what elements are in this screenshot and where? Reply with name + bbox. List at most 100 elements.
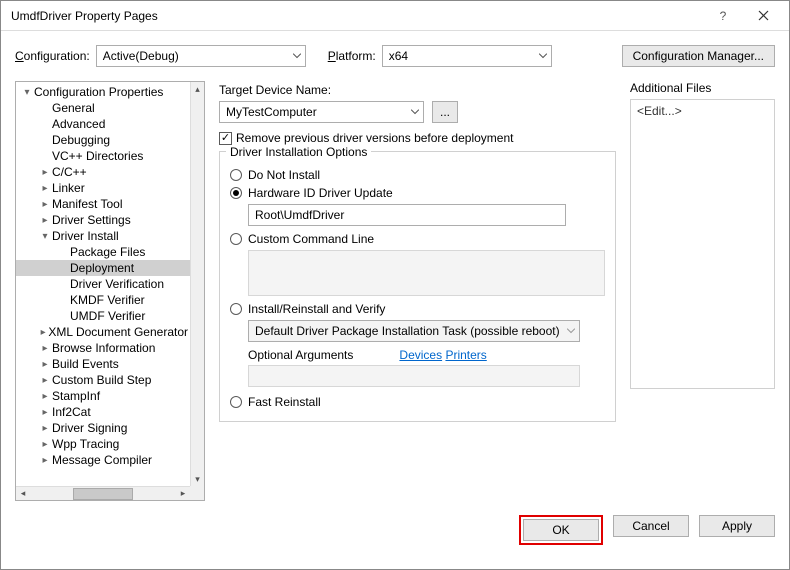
custom-command-textarea[interactable] bbox=[248, 250, 605, 296]
tree-item[interactable]: KMDF Verifier bbox=[16, 292, 190, 308]
tree-item-label: Inf2Cat bbox=[52, 405, 91, 419]
tree-item[interactable]: Debugging bbox=[16, 132, 190, 148]
tree-item-label: Browse Information bbox=[52, 341, 155, 355]
tree-item-label: Driver Verification bbox=[70, 277, 164, 291]
devices-link[interactable]: Devices bbox=[399, 348, 442, 362]
tree-item-label: Deployment bbox=[70, 261, 134, 275]
scroll-right-icon[interactable]: ▸ bbox=[176, 487, 190, 501]
tree-item[interactable]: UMDF Verifier bbox=[16, 308, 190, 324]
tree-item[interactable]: Deployment bbox=[16, 260, 190, 276]
tree-item[interactable]: ▸Wpp Tracing bbox=[16, 436, 190, 452]
expand-icon[interactable]: ▸ bbox=[38, 327, 48, 338]
tree-item-label: C/C++ bbox=[52, 165, 87, 179]
expand-icon[interactable]: ▸ bbox=[38, 215, 52, 226]
tree-item[interactable]: ▸Inf2Cat bbox=[16, 404, 190, 420]
collapse-icon[interactable]: ▾ bbox=[38, 231, 52, 242]
close-button[interactable] bbox=[743, 2, 783, 30]
tree-item-label: Package Files bbox=[70, 245, 145, 259]
tree-item[interactable]: ▸Browse Information bbox=[16, 340, 190, 356]
tree-item[interactable]: ▸Message Compiler bbox=[16, 452, 190, 468]
platform-select[interactable]: x64 bbox=[382, 45, 552, 67]
tree-item-label: Driver Install bbox=[52, 229, 119, 243]
configuration-manager-button[interactable]: Configuration Manager... bbox=[622, 45, 775, 67]
radio-install-verify[interactable]: Install/Reinstall and Verify bbox=[230, 302, 605, 316]
tree-item[interactable]: VC++ Directories bbox=[16, 148, 190, 164]
scroll-left-icon[interactable]: ◂ bbox=[16, 487, 30, 501]
tree-item-label: StampInf bbox=[52, 389, 100, 403]
radio-icon bbox=[230, 169, 242, 181]
install-task-select[interactable]: Default Driver Package Installation Task… bbox=[248, 320, 580, 342]
expand-icon[interactable]: ▸ bbox=[38, 359, 52, 370]
radio-fast-reinstall[interactable]: Fast Reinstall bbox=[230, 395, 605, 409]
tree-item[interactable]: ▸Manifest Tool bbox=[16, 196, 190, 212]
radio-icon bbox=[230, 396, 242, 408]
ok-button[interactable]: OK bbox=[523, 519, 599, 541]
radio-hardware-id[interactable]: Hardware ID Driver Update bbox=[230, 186, 605, 200]
tree-item[interactable]: ▾Driver Install bbox=[16, 228, 190, 244]
tree-item[interactable]: General bbox=[16, 100, 190, 116]
scroll-up-icon[interactable]: ▴ bbox=[191, 82, 205, 96]
tree-item-label: Debugging bbox=[52, 133, 110, 147]
titlebar: UmdfDriver Property Pages ? bbox=[1, 1, 789, 31]
collapse-icon[interactable]: ▾ bbox=[20, 87, 34, 98]
tree-item[interactable]: Advanced bbox=[16, 116, 190, 132]
tree-item[interactable]: ▸Build Events bbox=[16, 356, 190, 372]
optional-arguments-input[interactable] bbox=[248, 365, 580, 387]
tree-item-label: Build Events bbox=[52, 357, 119, 371]
expand-icon[interactable]: ▸ bbox=[38, 199, 52, 210]
expand-icon[interactable]: ▸ bbox=[38, 167, 52, 178]
hardware-id-input[interactable]: Root\UmdfDriver bbox=[248, 204, 566, 226]
configuration-row: Configuration: Active(Debug) Platform: x… bbox=[1, 31, 789, 81]
tree-hscrollbar[interactable]: ◂ ▸ bbox=[16, 486, 190, 500]
configuration-select[interactable]: Active(Debug) bbox=[96, 45, 306, 67]
tree-item[interactable]: ▸Driver Signing bbox=[16, 420, 190, 436]
tree-item-label: Advanced bbox=[52, 117, 105, 131]
radio-icon bbox=[230, 303, 242, 315]
tree-item[interactable]: ▸C/C++ bbox=[16, 164, 190, 180]
tree-item-label: Wpp Tracing bbox=[52, 437, 119, 451]
cancel-button[interactable]: Cancel bbox=[613, 515, 689, 537]
chevron-down-icon bbox=[293, 54, 301, 59]
scroll-down-icon[interactable]: ▾ bbox=[191, 472, 205, 486]
expand-icon[interactable]: ▸ bbox=[38, 183, 52, 194]
hscroll-thumb[interactable] bbox=[73, 488, 133, 500]
remove-previous-checkbox[interactable]: ✓ bbox=[219, 132, 232, 145]
tree-item[interactable]: ▸StampInf bbox=[16, 388, 190, 404]
tree-item-label: Message Compiler bbox=[52, 453, 152, 467]
tree-list[interactable]: ▾Configuration PropertiesGeneralAdvanced… bbox=[16, 82, 190, 486]
printers-link[interactable]: Printers bbox=[445, 348, 486, 362]
radio-icon bbox=[230, 187, 242, 199]
expand-icon[interactable]: ▸ bbox=[38, 439, 52, 450]
target-device-select[interactable]: MyTestComputer bbox=[219, 101, 424, 123]
tree-item[interactable]: Driver Verification bbox=[16, 276, 190, 292]
expand-icon[interactable]: ▸ bbox=[38, 375, 52, 386]
tree-item[interactable]: Package Files bbox=[16, 244, 190, 260]
tree-item-label: Manifest Tool bbox=[52, 197, 122, 211]
tree-vscrollbar[interactable]: ▴ ▾ bbox=[190, 82, 204, 486]
help-button[interactable]: ? bbox=[703, 2, 743, 30]
target-device-value: MyTestComputer bbox=[226, 105, 317, 119]
group-legend: Driver Installation Options bbox=[226, 145, 371, 159]
property-tree: ▾Configuration PropertiesGeneralAdvanced… bbox=[15, 81, 205, 501]
tree-item[interactable]: ▸Driver Settings bbox=[16, 212, 190, 228]
expand-icon[interactable]: ▸ bbox=[38, 391, 52, 402]
additional-files-box[interactable]: <Edit...> bbox=[630, 99, 775, 389]
dialog-footer: OK Cancel Apply bbox=[1, 501, 789, 559]
expand-icon[interactable]: ▸ bbox=[38, 407, 52, 418]
tree-item[interactable]: ▸Custom Build Step bbox=[16, 372, 190, 388]
expand-icon[interactable]: ▸ bbox=[38, 343, 52, 354]
tree-item[interactable]: ▸XML Document Generator bbox=[16, 324, 190, 340]
tree-item-label: UMDF Verifier bbox=[70, 309, 145, 323]
apply-button[interactable]: Apply bbox=[699, 515, 775, 537]
tree-item[interactable]: ▸Linker bbox=[16, 180, 190, 196]
expand-icon[interactable]: ▸ bbox=[38, 423, 52, 434]
browse-button[interactable]: ... bbox=[432, 101, 458, 123]
driver-install-options-group: Driver Installation Options Do Not Insta… bbox=[219, 151, 616, 422]
radio-do-not-install[interactable]: Do Not Install bbox=[230, 168, 605, 182]
additional-files-edit[interactable]: <Edit...> bbox=[637, 104, 682, 118]
radio-icon bbox=[230, 233, 242, 245]
expand-icon[interactable]: ▸ bbox=[38, 455, 52, 466]
tree-item[interactable]: ▾Configuration Properties bbox=[16, 84, 190, 100]
radio-custom-command[interactable]: Custom Command Line bbox=[230, 232, 605, 246]
tree-item-label: Driver Settings bbox=[52, 213, 131, 227]
